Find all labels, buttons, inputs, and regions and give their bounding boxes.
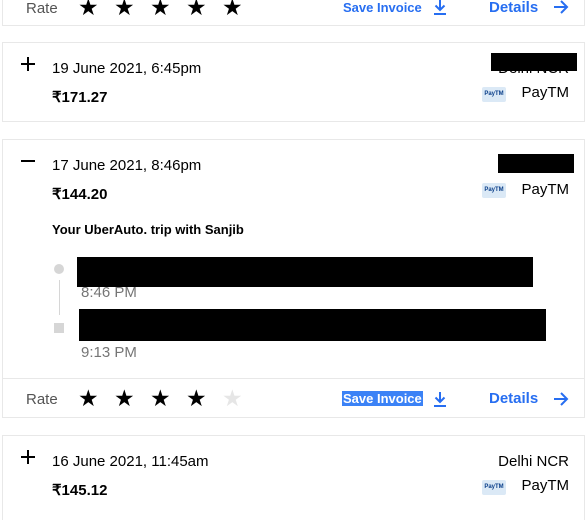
star-5-icon[interactable]: ★ <box>222 387 243 410</box>
payment-method: PayTM <box>521 477 569 494</box>
trip-fare: ₹171.27 <box>52 89 108 106</box>
star-2-icon[interactable]: ★ <box>114 387 135 410</box>
trip-date: 16 June 2021, 11:45am <box>52 453 209 470</box>
save-invoice-link[interactable]: Save Invoice <box>343 0 422 15</box>
redaction-block <box>491 53 577 71</box>
arrow-right-icon[interactable] <box>553 392 569 406</box>
rate-bar: Rate ★ ★ ★ ★ ★ Save Invoice Details <box>3 378 584 419</box>
star-1-icon[interactable]: ★ <box>78 0 99 19</box>
route-line <box>59 280 60 315</box>
download-icon[interactable] <box>433 0 447 15</box>
payment-method: PayTM <box>521 181 569 198</box>
trip-card-expanded[interactable]: 17 June 2021, 8:46pm ₹144.20 D PayTM Pay… <box>2 139 585 418</box>
pickup-address-redacted <box>77 257 533 287</box>
arrow-right-icon[interactable] <box>553 0 569 14</box>
trip-city: Delhi NCR <box>498 453 569 470</box>
star-1-icon[interactable]: ★ <box>78 387 99 410</box>
trip-fare: ₹145.12 <box>52 482 108 499</box>
star-5-icon[interactable]: ★ <box>222 0 243 19</box>
trip-card[interactable]: 19 June 2021, 6:45pm ₹171.27 Delhi NCR P… <box>2 42 585 122</box>
details-link[interactable]: Details <box>489 0 538 16</box>
trip-date: 17 June 2021, 8:46pm <box>52 157 202 174</box>
trip-card[interactable]: 16 June 2021, 11:45am ₹145.12 Delhi NCR … <box>2 435 585 520</box>
save-invoice-link[interactable]: Save Invoice <box>342 391 423 406</box>
expand-plus-icon[interactable] <box>19 55 37 73</box>
dropoff-marker-icon <box>54 323 64 333</box>
trip-date: 19 June 2021, 6:45pm <box>52 60 202 77</box>
rate-bar: Rate ★ ★ ★ ★ ★ Save Invoice Details <box>3 0 584 27</box>
pickup-marker-icon <box>54 264 64 274</box>
details-link[interactable]: Details <box>489 390 538 407</box>
pickup-time: 8:46 PM <box>81 284 137 301</box>
dropoff-time: 9:13 PM <box>81 344 137 361</box>
expand-plus-icon[interactable] <box>19 448 37 466</box>
paytm-logo-icon: PayTM <box>482 480 506 495</box>
star-2-icon[interactable]: ★ <box>114 0 135 19</box>
trip-fare: ₹144.20 <box>52 186 108 203</box>
rate-label: Rate <box>26 391 58 408</box>
paytm-logo-icon: PayTM <box>482 183 506 198</box>
star-4-icon[interactable]: ★ <box>186 0 207 19</box>
star-3-icon[interactable]: ★ <box>150 0 171 19</box>
collapse-minus-icon[interactable] <box>19 152 37 170</box>
trip-description: Your UberAuto. trip with Sanjib <box>52 222 244 237</box>
dropoff-address-redacted <box>79 309 546 341</box>
paytm-logo-icon: PayTM <box>482 87 506 102</box>
payment-method: PayTM <box>521 84 569 101</box>
star-3-icon[interactable]: ★ <box>150 387 171 410</box>
redaction-block <box>498 154 574 173</box>
download-icon[interactable] <box>433 391 447 407</box>
trip-card-prev-actions: Rate ★ ★ ★ ★ ★ Save Invoice Details <box>2 0 585 26</box>
rate-label: Rate <box>26 0 58 17</box>
star-4-icon[interactable]: ★ <box>186 387 207 410</box>
